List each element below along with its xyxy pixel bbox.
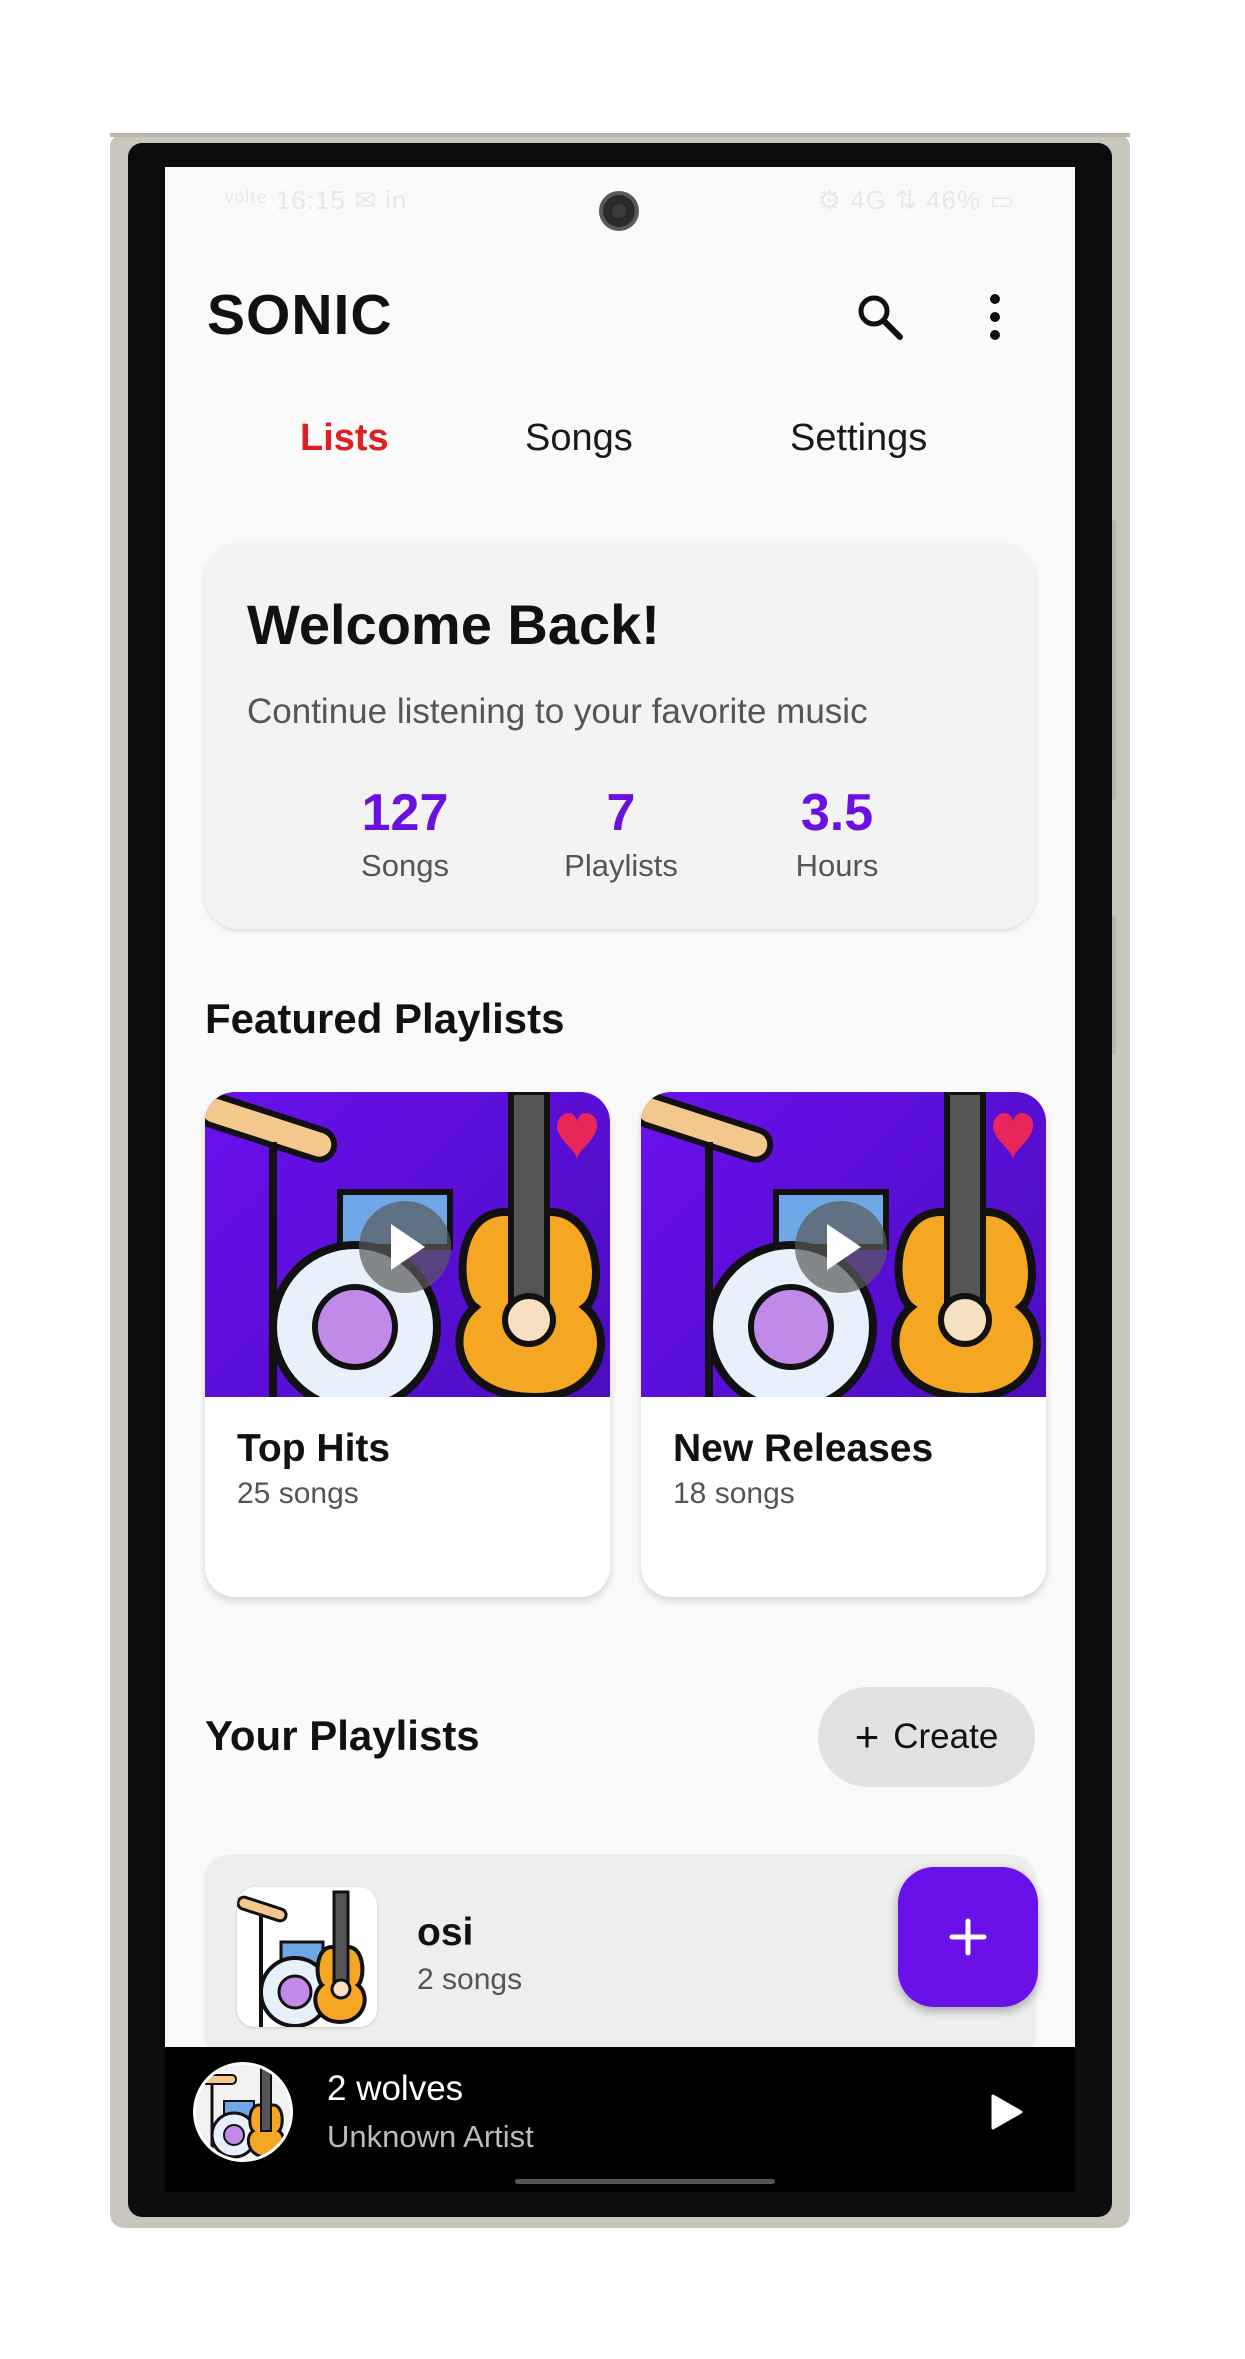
more-vertical-icon[interactable]	[975, 289, 1015, 345]
stat-value: 127	[361, 784, 449, 842]
stat-label: Playlists	[564, 848, 678, 883]
search-icon[interactable]	[852, 289, 908, 345]
mini-player[interactable]: 2 wolves Unknown Artist	[165, 2047, 1075, 2192]
plus-icon	[949, 1918, 987, 1956]
playlist-count: 25 songs	[237, 1477, 359, 1510]
playlist-name: Top Hits	[237, 1427, 391, 1470]
welcome-subtitle: Continue listening to your favorite musi…	[247, 692, 868, 731]
playlist-name: New Releases	[673, 1427, 934, 1470]
featured-title: Featured Playlists	[205, 995, 565, 1042]
playlist-count: 18 songs	[673, 1477, 795, 1510]
stat-label: Songs	[361, 848, 449, 883]
stat-value: 7	[606, 784, 636, 842]
playlist-name: osi	[417, 1911, 474, 1954]
now-playing-artist: Unknown Artist	[327, 2119, 534, 2154]
playlist-art	[641, 1092, 1046, 1397]
welcome-title: Welcome Back!	[247, 593, 660, 656]
plus-icon: +	[854, 1713, 880, 1760]
playlist-thumbnail	[237, 1887, 377, 2027]
your-playlists-title: Your Playlists	[205, 1712, 480, 1759]
tab-songs[interactable]: Songs	[525, 417, 633, 460]
front-camera	[599, 191, 639, 231]
stat-label: Hours	[795, 848, 879, 883]
play-icon[interactable]	[985, 2092, 1025, 2132]
featured-card-new-releases[interactable]: New Releases 18 songs	[641, 1092, 1046, 1597]
screen: ᵛᵒˡᵗᵉ 16:15 ✉ in ⚙ 4G ⇅ 46% ▭ SONIC List…	[165, 167, 1075, 2192]
home-indicator	[515, 2179, 775, 2184]
tab-bar: Lists Songs Settings	[165, 417, 1075, 517]
tab-lists[interactable]: Lists	[300, 417, 389, 460]
add-fab-button[interactable]	[898, 1867, 1038, 2007]
create-label: Create	[893, 1717, 999, 1756]
featured-card-top-hits[interactable]: Top Hits 25 songs	[205, 1092, 610, 1597]
status-right: ⚙ 4G ⇅ 46% ▭	[817, 185, 1015, 215]
now-playing-artwork	[193, 2062, 293, 2162]
stat-songs: 127 Songs	[305, 782, 505, 884]
playlist-count: 2 songs	[417, 1963, 523, 1996]
stat-hours: 3.5 Hours	[737, 782, 937, 884]
stat-value: 3.5	[800, 784, 874, 842]
tab-settings[interactable]: Settings	[790, 417, 927, 460]
playlist-art	[205, 1092, 610, 1397]
stat-playlists: 7 Playlists	[521, 782, 721, 884]
now-playing-title: 2 wolves	[327, 2069, 464, 2108]
status-left: ᵛᵒˡᵗᵉ 16:15 ✉ in	[225, 185, 408, 215]
welcome-card: Welcome Back! Continue listening to your…	[205, 544, 1035, 929]
create-playlist-button[interactable]: + Create	[818, 1687, 1035, 1787]
app-title: SONIC	[207, 283, 393, 347]
